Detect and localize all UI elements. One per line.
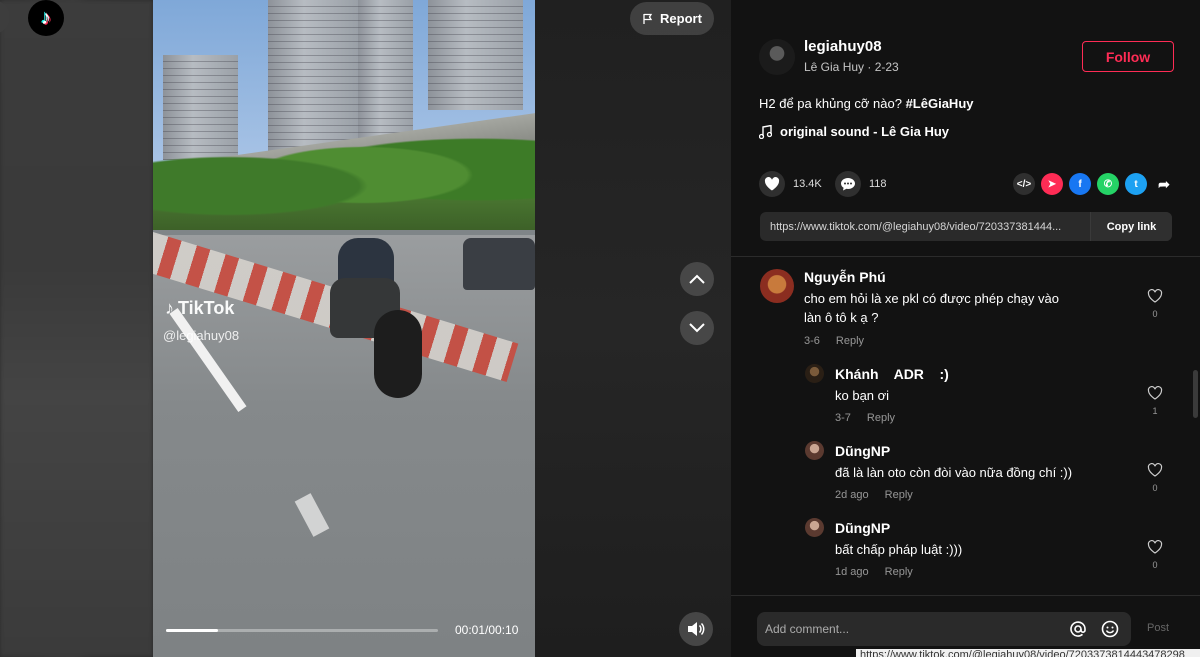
comment-like-count: 0 (1152, 483, 1158, 493)
comment-like-count: 1 (1152, 406, 1158, 416)
chevron-up-icon (689, 274, 705, 284)
next-video-button[interactable] (680, 311, 714, 345)
comment-like-button[interactable]: 0 (1145, 462, 1165, 493)
comment-meta: 3-6 Reply (804, 335, 864, 347)
reply-button[interactable]: Reply (867, 412, 895, 424)
report-button[interactable]: Report (630, 2, 714, 35)
comment-like-button[interactable]: 0 (1145, 288, 1165, 319)
copy-link-button[interactable]: Copy link (1090, 212, 1172, 241)
comment-time: 1d ago (835, 566, 869, 578)
report-label: Report (660, 11, 702, 26)
volume-icon (688, 622, 705, 636)
video-car (463, 238, 535, 290)
music-title: original sound - Lê Gia Huy (780, 124, 950, 139)
video-watermark: ♪ TikTok (165, 298, 234, 319)
status-bar-url: https://www.tiktok.com/@legiahuy08/video… (856, 649, 1200, 657)
heart-icon (759, 171, 785, 197)
heart-outline-icon (1147, 462, 1163, 477)
heart-outline-icon (1147, 539, 1163, 554)
tiktok-note-icon: ♪ (165, 298, 174, 318)
tiktok-logo-icon[interactable]: ♪ (28, 0, 64, 36)
volume-button[interactable] (679, 612, 713, 646)
video-area: ♪ TikTok @legiahuy08 00:01/00:10 ♪ Report (0, 0, 731, 657)
author-avatar[interactable] (759, 39, 795, 75)
divider (731, 256, 1200, 257)
comment-time: 3-6 (804, 335, 820, 347)
comment-action[interactable]: 118 (835, 171, 887, 197)
video-motorcycle (316, 238, 422, 398)
previous-video-button[interactable] (680, 262, 714, 296)
share-row: </> ➤ f ✆ t ➦ (1013, 173, 1175, 195)
mention-icon[interactable] (1067, 618, 1089, 640)
video-building (428, 0, 523, 110)
comment-like-count: 0 (1152, 309, 1158, 319)
comment-meta: 3-7 Reply (835, 412, 895, 424)
comment-time: 2d ago (835, 489, 869, 501)
author-subtitle: Lê Gia Huy · 2-23 (804, 60, 899, 74)
video-link-box: https://www.tiktok.com/@legiahuy08/video… (760, 212, 1172, 241)
heart-outline-icon (1147, 288, 1163, 303)
comment-text: ko bạn ơi (835, 388, 890, 403)
share-arrow-icon[interactable]: ➦ (1153, 173, 1175, 195)
comment-time: 3-7 (835, 412, 851, 424)
facebook-icon[interactable]: f (1069, 173, 1091, 195)
like-action[interactable]: 13.4K (759, 171, 822, 197)
chevron-down-icon (689, 323, 705, 333)
video-link-url[interactable]: https://www.tiktok.com/@legiahuy08/video… (760, 221, 1090, 233)
comment-author[interactable]: DũngNP (835, 520, 890, 536)
comment-avatar[interactable] (805, 364, 824, 383)
comment-text: bất chấp pháp luật :))) (835, 542, 963, 557)
reply-button[interactable]: Reply (885, 566, 913, 578)
author-username[interactable]: legiahuy08 (804, 38, 882, 55)
comment-composer (757, 612, 1131, 646)
comment-input[interactable] (765, 622, 1067, 636)
video-blur-background-left (0, 0, 153, 657)
music-note-icon (759, 124, 772, 139)
details-panel: legiahuy08 Lê Gia Huy · 2-23 Follow H2 đ… (731, 0, 1200, 657)
video-time-readout: 00:01/00:10 (455, 623, 519, 637)
comment-avatar[interactable] (805, 441, 824, 460)
follow-button[interactable]: Follow (1082, 41, 1174, 72)
twitter-icon[interactable]: t (1125, 173, 1147, 195)
watermark-handle: @legiahuy08 (163, 328, 240, 343)
reply-button[interactable]: Reply (836, 335, 864, 347)
comment-icon (835, 171, 861, 197)
reply-button[interactable]: Reply (885, 489, 913, 501)
divider (731, 595, 1200, 596)
watermark-brand: TikTok (178, 298, 235, 318)
comment-avatar[interactable] (805, 518, 824, 537)
caption-text: H2 để pa khủng cỡ nào? (759, 96, 906, 111)
caption-hashtag[interactable]: #LêGiaHuy (906, 96, 974, 111)
flag-icon (643, 13, 653, 24)
post-comment-button[interactable]: Post (1147, 622, 1169, 634)
comment-like-button[interactable]: 0 (1145, 539, 1165, 570)
embed-icon[interactable]: </> (1013, 173, 1035, 195)
video-player[interactable]: ♪ TikTok @legiahuy08 00:01/00:10 (153, 0, 535, 657)
comment-count: 118 (869, 178, 887, 190)
comment-text: đã là làn oto còn đòi vào nữa đồng chí :… (835, 465, 1073, 480)
video-caption: H2 để pa khủng cỡ nào? #LêGiaHuy (759, 96, 974, 111)
comment-author[interactable]: DũngNP (835, 443, 890, 459)
video-trees (153, 120, 535, 230)
comment-like-count: 0 (1152, 560, 1158, 570)
send-icon[interactable]: ➤ (1041, 173, 1063, 195)
video-progress-bar[interactable] (166, 629, 438, 632)
comment-like-button[interactable]: 1 (1145, 385, 1165, 416)
whatsapp-icon[interactable]: ✆ (1097, 173, 1119, 195)
comment-meta: 2d ago Reply (835, 489, 913, 501)
comments-scrollbar[interactable] (1193, 370, 1198, 418)
emoji-icon[interactable] (1099, 618, 1121, 640)
like-count: 13.4K (793, 178, 822, 190)
comment-text: cho em hỏi là xe pkl có được phép chạy v… (804, 291, 1059, 325)
comment-author[interactable]: Nguyễn Phú (804, 269, 886, 285)
comment-avatar[interactable] (760, 269, 794, 303)
comment-meta: 1d ago Reply (835, 566, 913, 578)
comment-author[interactable]: Khánh ADR :) (835, 366, 949, 382)
tiktok-video-page: ♪ TikTok @legiahuy08 00:01/00:10 ♪ Report… (0, 0, 1200, 657)
video-progress-fill (166, 629, 218, 632)
heart-outline-icon (1147, 385, 1163, 400)
music-link[interactable]: original sound - Lê Gia Huy (759, 124, 949, 139)
